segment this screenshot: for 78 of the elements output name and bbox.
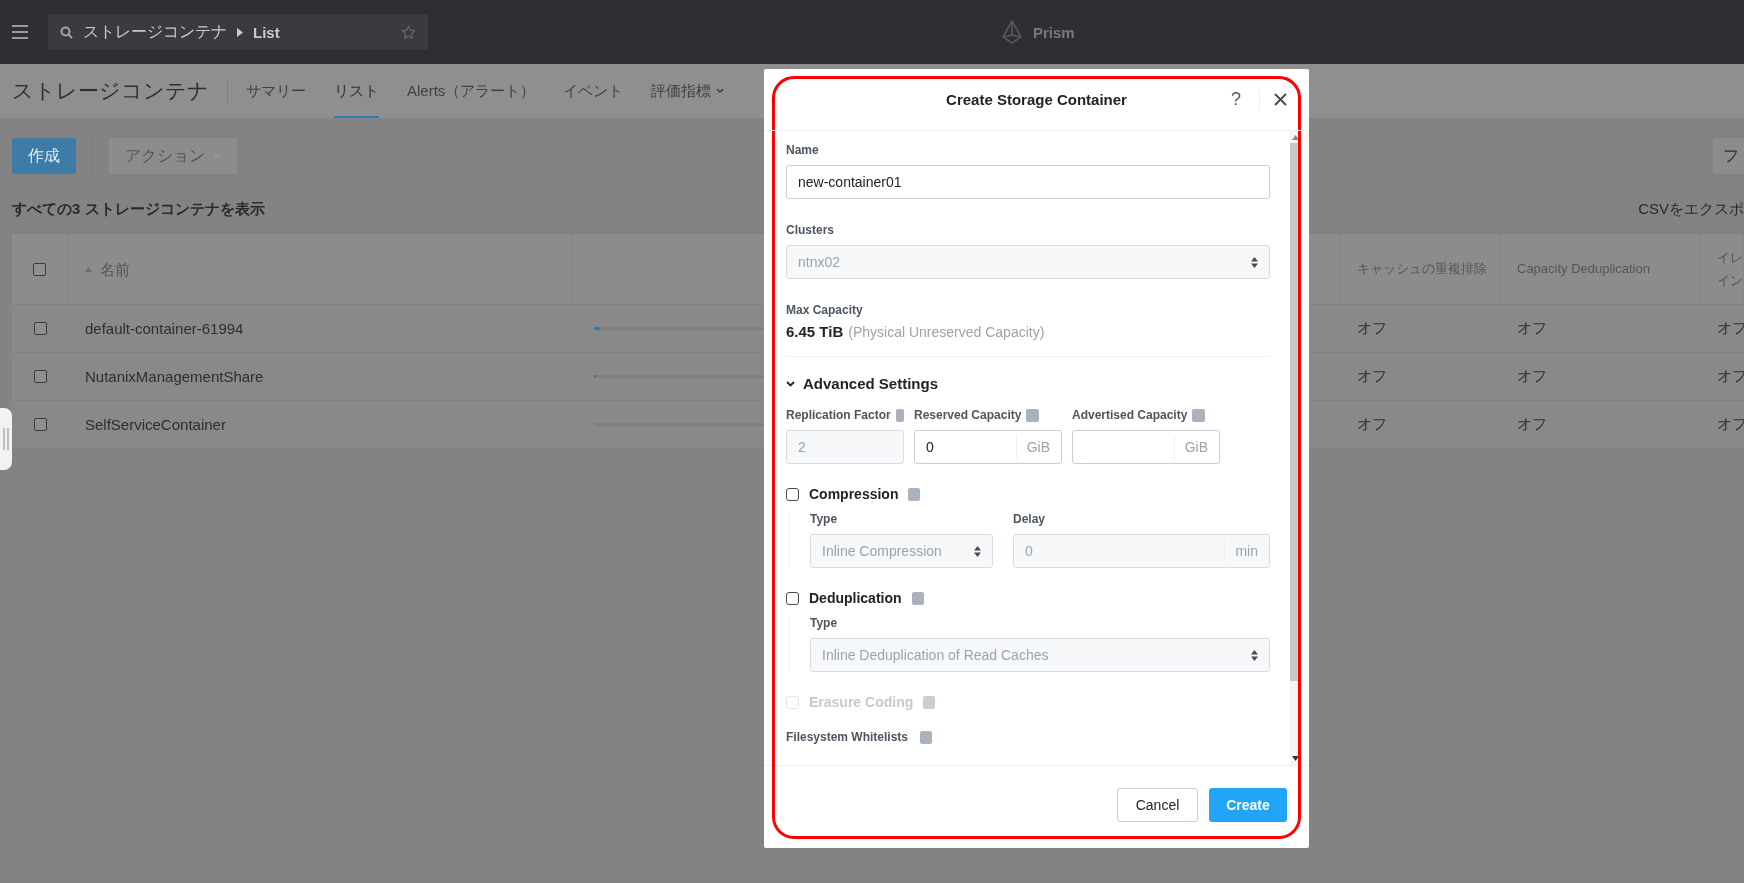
search-field[interactable]: ストレージコンテナ List <box>48 14 428 50</box>
close-icon[interactable] <box>1274 93 1287 106</box>
row-checkbox[interactable] <box>33 418 47 431</box>
filter-button[interactable]: フ <box>1713 138 1744 174</box>
help-button[interactable]: ? <box>1225 89 1247 110</box>
caret-icon <box>237 27 243 37</box>
table-cell: オフ <box>1717 319 1744 338</box>
unit-label: GiB <box>1015 435 1050 459</box>
breadcrumb-text: ストレージコンテナ <box>83 21 227 42</box>
star-icon[interactable] <box>401 24 416 40</box>
nav-tab[interactable]: 評価指標 <box>651 64 725 118</box>
capacity-value: 6.45 TiB <box>786 323 844 340</box>
checkbox-label: Compression <box>809 486 899 502</box>
checkbox-label: Deduplication <box>809 590 902 606</box>
chevron-icon <box>786 380 795 387</box>
scroll-down-icon[interactable] <box>1291 756 1299 761</box>
input-value: 0 <box>1025 543 1033 559</box>
create-button[interactable]: Create <box>1209 788 1287 822</box>
capacity-input[interactable]: 0 GiB <box>914 430 1062 464</box>
field-label: Filesystem Whitelists <box>786 730 909 744</box>
compression-checkbox[interactable] <box>786 487 799 501</box>
dialog-title: Create Storage Container <box>946 91 1127 108</box>
table-cell: オフ <box>1517 367 1547 386</box>
table-cell: オフ <box>1357 319 1387 338</box>
table-cell: NutanixManagementShare <box>85 368 264 385</box>
create-button[interactable]: 作成 <box>12 138 76 174</box>
row-checkbox[interactable] <box>33 322 47 335</box>
name-input[interactable]: new-container01 <box>786 165 1270 199</box>
select-all-checkbox[interactable] <box>33 262 46 276</box>
input-value: 2 <box>798 439 806 455</box>
input-value: 0 <box>926 439 934 455</box>
advanced-settings-toggle[interactable]: Advanced Settings <box>786 375 1270 392</box>
field-label: Clusters <box>786 223 836 237</box>
table-cell: オフ <box>1717 367 1744 386</box>
nav-tab[interactable]: リスト <box>334 64 379 118</box>
field-label: Name <box>786 143 820 157</box>
table-cell: オフ <box>1357 367 1387 386</box>
field-label: Replication Factor <box>786 408 891 422</box>
side-panel-handle[interactable] <box>0 408 12 470</box>
field-label: Max Capacity <box>786 303 864 317</box>
table-cell: SelfServiceContainer <box>85 416 226 433</box>
nav-tab[interactable]: サマリー <box>246 64 306 118</box>
field-label: Advertised Capacity <box>1072 408 1188 422</box>
menu-icon[interactable] <box>12 25 28 39</box>
unit-label: min <box>1224 539 1258 563</box>
table-cell: オフ <box>1717 415 1744 434</box>
scroll-up-icon[interactable] <box>1291 135 1299 140</box>
table-cell: オフ <box>1517 415 1547 434</box>
breadcrumb-current: List <box>253 23 280 41</box>
field-label: Type <box>810 512 839 526</box>
row-checkbox[interactable] <box>33 370 47 383</box>
app-name: Prism <box>1033 23 1075 41</box>
cancel-button[interactable]: Cancel <box>1117 788 1198 822</box>
deduplication-checkbox[interactable] <box>786 591 799 605</box>
summary-text: すべての3 ストレージコンテナを表示 <box>12 199 265 219</box>
capacity-note: (Physical Unreserved Capacity) <box>848 324 1045 340</box>
search-icon <box>60 25 73 39</box>
up-down-arrows-icon <box>974 545 981 557</box>
nav-tab[interactable]: イベント <box>563 64 624 118</box>
scrollbar[interactable] <box>1290 131 1300 765</box>
caret-icon <box>716 88 725 94</box>
up-down-arrows-icon <box>1251 256 1258 268</box>
table-cell: オフ <box>1517 319 1547 338</box>
grip-icon <box>3 428 9 450</box>
field-label: Type <box>810 616 839 630</box>
prism-logo-icon <box>1001 20 1023 44</box>
nav-tab[interactable]: Alerts（アラート） <box>407 64 536 118</box>
table-cell: オフ <box>1357 415 1387 434</box>
field-label: Delay <box>1013 512 1047 526</box>
field-label: Reserved Capacity <box>914 408 1022 422</box>
up-down-arrows-icon <box>1251 649 1258 661</box>
input-value: new-container01 <box>798 174 902 190</box>
capacity-input[interactable]: GiB <box>1072 430 1220 464</box>
page-title: ストレージコンテナ <box>12 78 209 104</box>
export-csv-link[interactable]: CSVをエクスポ <box>1638 199 1744 219</box>
table-cell: default-container-61994 <box>85 320 244 337</box>
unit-label: GiB <box>1173 435 1208 459</box>
checkbox-label: Erasure Coding <box>809 694 914 710</box>
